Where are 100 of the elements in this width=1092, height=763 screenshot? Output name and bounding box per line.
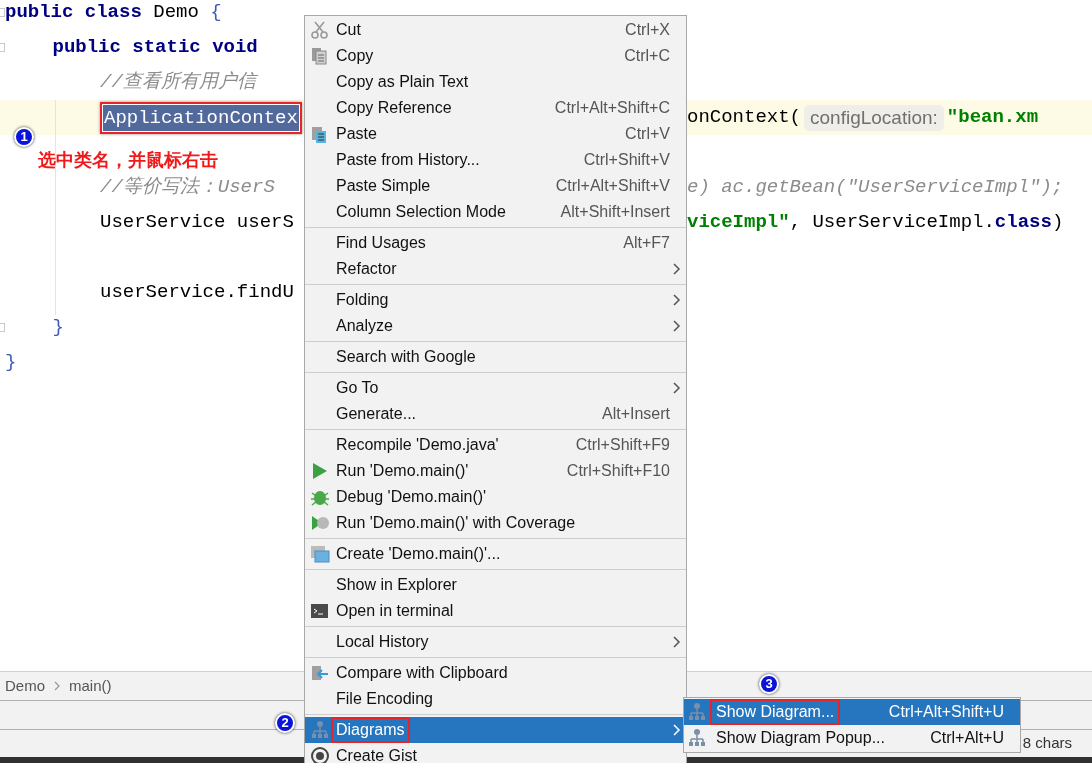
code-text: }: [5, 350, 17, 376]
scissors-icon: [310, 20, 330, 40]
menu-label: Generate...: [335, 404, 418, 424]
breadcrumb-item[interactable]: Demo: [5, 674, 45, 698]
menu-item[interactable]: File Encoding: [305, 686, 686, 712]
code-text: //等价写法：UserS: [100, 175, 275, 201]
menu-item[interactable]: Find Usages Alt+F7: [305, 230, 686, 256]
fold-marker-icon[interactable]: [0, 43, 5, 52]
menu-item[interactable]: Create Gist: [305, 743, 686, 763]
shortcut-label: Ctrl+Shift+V: [583, 150, 670, 170]
menu-label: Copy Reference: [335, 98, 453, 118]
step-badge: 1: [14, 127, 34, 147]
menu-item[interactable]: Go To: [305, 375, 686, 401]
window-icon: [310, 544, 330, 564]
code-text: public static void: [52, 35, 258, 61]
chevron-icon: [53, 680, 61, 692]
menu-item[interactable]: Paste Ctrl+V: [305, 121, 686, 147]
menu-label: Show Diagram Popup...: [715, 728, 886, 748]
menu-label: File Encoding: [335, 689, 434, 709]
menu-item[interactable]: Recompile 'Demo.java' Ctrl+Shift+F9: [305, 432, 686, 458]
copy-icon: [310, 46, 330, 66]
menu-item[interactable]: Analyze: [305, 313, 686, 339]
menu-item[interactable]: Open in terminal: [305, 598, 686, 624]
menu-label: Column Selection Mode: [335, 202, 507, 222]
menu-item[interactable]: Search with Google: [305, 344, 686, 370]
menu-item[interactable]: Cut Ctrl+X: [305, 17, 686, 43]
fold-marker-icon[interactable]: [0, 8, 5, 17]
menu-label: Copy as Plain Text: [335, 72, 470, 92]
hierarchy-icon: [687, 728, 707, 748]
breadcrumb-item[interactable]: main(): [69, 674, 112, 698]
code-text: e) ac.getBean("UserServiceImpl");: [687, 175, 1064, 201]
menu-label: Paste: [335, 124, 378, 144]
menu-item[interactable]: Paste from History... Ctrl+Shift+V: [305, 147, 686, 173]
shortcut-label: Ctrl+Alt+U: [930, 728, 1004, 748]
menu-label: Search with Google: [335, 347, 477, 367]
code-text: UserService userS: [100, 210, 294, 236]
menu-label: Recompile 'Demo.java': [335, 435, 500, 455]
menu-label: Debug 'Demo.main()': [335, 487, 488, 507]
shortcut-label: Alt+F7: [623, 233, 670, 253]
menu-item[interactable]: Paste Simple Ctrl+Alt+Shift+V: [305, 173, 686, 199]
annotation-note: 选中类名，并鼠标右击: [38, 149, 218, 172]
menu-item[interactable]: Copy as Plain Text: [305, 69, 686, 95]
menu-item[interactable]: Column Selection Mode Alt+Shift+Insert: [305, 199, 686, 225]
terminal-icon: [310, 601, 330, 621]
shortcut-label: Ctrl+Shift+F10: [566, 461, 670, 481]
submenu-item[interactable]: Show Diagram... Ctrl+Alt+Shift+U: [684, 699, 1020, 725]
menu-item[interactable]: Folding: [305, 287, 686, 313]
menu-label: Compare with Clipboard: [335, 663, 509, 683]
menu-item[interactable]: Show in Explorer: [305, 572, 686, 598]
menu-label: Folding: [335, 290, 390, 310]
menu-item[interactable]: Copy Ctrl+C: [305, 43, 686, 69]
menu-item[interactable]: Compare with Clipboard: [305, 660, 686, 686]
submenu-item[interactable]: Show Diagram Popup... Ctrl+Alt+U: [684, 725, 1020, 751]
shortcut-label: Ctrl+Alt+Shift+U: [888, 702, 1004, 722]
menu-label: Go To: [335, 378, 380, 398]
code-text: onContext(: [687, 105, 802, 131]
menu-label: Local History: [335, 632, 430, 652]
menu-item[interactable]: Run 'Demo.main()' with Coverage: [305, 510, 686, 536]
code-text: ): [1051, 210, 1064, 236]
selection-info: 8 chars: [1022, 733, 1072, 754]
menu-label: Diagrams: [331, 717, 411, 743]
menu-item[interactable]: Diagrams: [305, 717, 686, 743]
code-text: userService.findU: [100, 280, 294, 306]
menu-item[interactable]: Local History: [305, 629, 686, 655]
shortcut-label: Ctrl+X: [625, 20, 670, 40]
hierarchy-icon: [687, 702, 707, 722]
menu-item[interactable]: Create 'Demo.main()'...: [305, 541, 686, 567]
fold-marker-icon[interactable]: [0, 323, 5, 332]
shortcut-label: Ctrl+Alt+Shift+V: [555, 176, 670, 196]
menu-label: Open in terminal: [335, 601, 455, 621]
code-text: "bean.xm: [946, 105, 1039, 131]
hierarchy-icon: [310, 720, 330, 740]
menu-label: Run 'Demo.main()' with Coverage: [335, 513, 577, 533]
parameter-hint: configLocation:: [804, 104, 944, 131]
shortcut-label: Ctrl+Alt+Shift+C: [554, 98, 670, 118]
menu-item[interactable]: Run 'Demo.main()' Ctrl+Shift+F10: [305, 458, 686, 484]
shortcut-label: Alt+Insert: [601, 404, 670, 424]
menu-label: Cut: [335, 20, 362, 40]
menu-label: Create 'Demo.main()'...: [335, 544, 502, 564]
menu-label: Find Usages: [335, 233, 427, 253]
menu-label: Paste Simple: [335, 176, 432, 196]
menu-label: Analyze: [335, 316, 394, 336]
code-text: class: [994, 210, 1052, 236]
menu-item[interactable]: Debug 'Demo.main()': [305, 484, 686, 510]
compare-icon: [310, 663, 330, 683]
menu-item[interactable]: Refactor: [305, 256, 686, 282]
shortcut-label: Ctrl+Shift+F9: [575, 435, 670, 455]
code-text: public class: [5, 0, 142, 26]
menu-item[interactable]: Generate... Alt+Insert: [305, 401, 686, 427]
code-text: , UserServiceImpl.: [789, 210, 995, 236]
menu-item[interactable]: Copy Reference Ctrl+Alt+Shift+C: [305, 95, 686, 121]
code-text: Demo: [152, 0, 200, 26]
code-text: {: [210, 0, 222, 26]
code-text: viceImpl": [687, 210, 790, 236]
menu-label: Show in Explorer: [335, 575, 458, 595]
menu-label: Show Diagram...: [710, 699, 841, 725]
shortcut-label: Ctrl+C: [624, 46, 670, 66]
menu-label: Refactor: [335, 259, 398, 279]
menu-label: Paste from History...: [335, 150, 481, 170]
menu-label: Copy: [335, 46, 375, 66]
